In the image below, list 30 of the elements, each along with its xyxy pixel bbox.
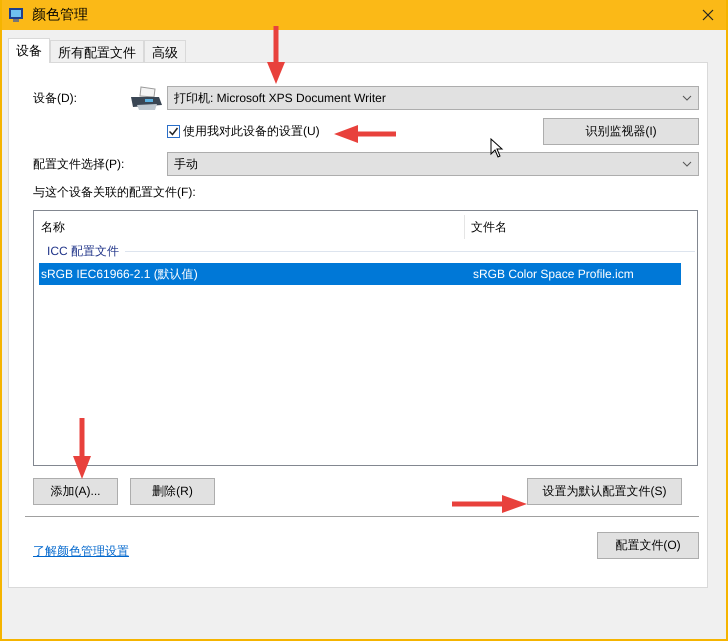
device-dropdown[interactable]: 打印机: Microsoft XPS Document Writer	[167, 86, 699, 110]
tab[interactable]: 设备	[8, 38, 50, 63]
field-label: 配置文件选择(P):	[33, 156, 126, 172]
annotation-arrow	[334, 124, 396, 144]
set-default-button[interactable]: 设置为默认配置文件(S)	[527, 478, 682, 505]
chevron-down-icon	[682, 161, 692, 167]
list-action-button[interactable]: 删除(R)	[130, 478, 215, 505]
list-row[interactable]: sRGB IEC61966-2.1 (默认值) sRGB Color Space Profile.icm	[39, 263, 681, 285]
list-label: 与这个设备关联的配置文件(F):	[33, 184, 197, 201]
column-header[interactable]: 文件名	[465, 215, 507, 239]
group-header: ICC 配置文件	[47, 242, 119, 260]
identify-monitors-button[interactable]: 识别监视器(I)	[543, 118, 699, 145]
annotation-arrow	[266, 26, 286, 86]
printer-icon	[129, 85, 163, 111]
tab[interactable]: 高级	[144, 40, 186, 62]
checkbox-label[interactable]: 使用我对此设备的设置(U)	[183, 123, 320, 140]
field-label: 设备(D):	[33, 90, 78, 106]
help-link[interactable]: 了解颜色管理设置	[33, 543, 129, 560]
monitor-icon	[8, 7, 24, 23]
column-header[interactable]: 名称	[39, 215, 465, 239]
cursor-icon	[490, 138, 504, 158]
checkbox[interactable]	[167, 125, 180, 138]
chevron-down-icon	[682, 95, 692, 101]
tab[interactable]: 所有配置文件	[50, 40, 144, 62]
profiles-button[interactable]: 配置文件(O)	[597, 532, 699, 559]
list-action-button[interactable]: 添加(A)...	[33, 478, 118, 505]
close-icon[interactable]	[702, 9, 714, 21]
profile-selection-dropdown[interactable]: 手动	[167, 152, 699, 176]
window-title: 颜色管理	[32, 6, 89, 24]
annotation-arrow	[72, 418, 92, 480]
